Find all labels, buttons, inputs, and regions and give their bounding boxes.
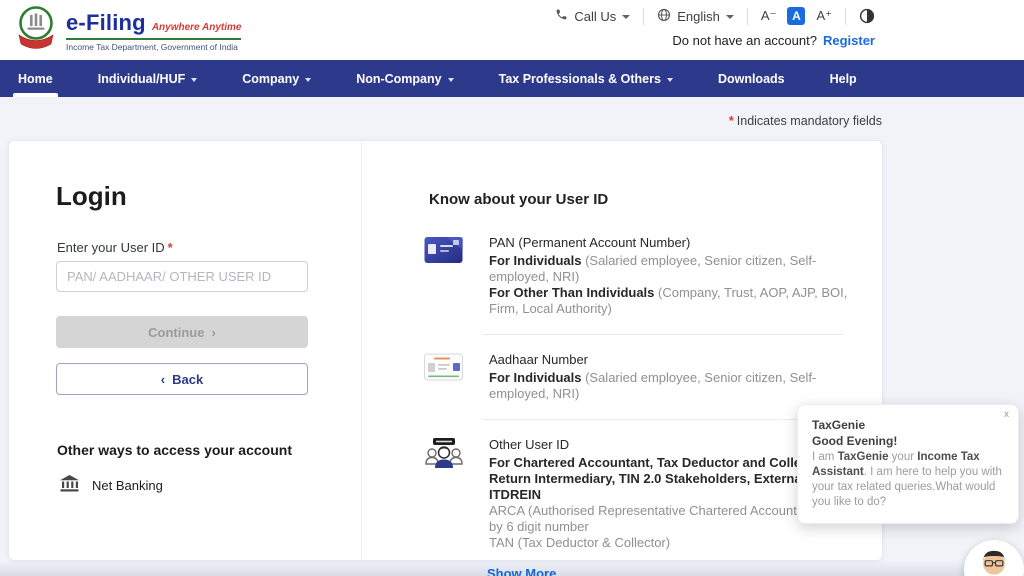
mandatory-fields-note: *Indicates mandatory fields — [729, 114, 882, 128]
income-tax-emblem-icon — [14, 4, 58, 57]
close-icon[interactable]: x — [1004, 409, 1009, 420]
nav-item-help[interactable]: Help — [830, 60, 857, 97]
login-title: Login — [56, 181, 127, 212]
continue-label: Continue — [148, 325, 204, 340]
top-controls: Call Us English A⁻ A A⁺ — [555, 7, 875, 25]
chevron-right-icon: › — [211, 325, 215, 340]
nav-item-tax-professionals[interactable]: Tax Professionals & Others — [499, 60, 673, 97]
nav-company-label: Company — [242, 72, 299, 86]
brand-text: e-Filing Anywhere Anytime Income Tax Dep… — [66, 10, 241, 52]
asterisk-mark: * — [729, 114, 734, 128]
nav-item-non-company[interactable]: Non-Company — [356, 60, 453, 97]
brand-row: e-Filing Anywhere Anytime — [66, 10, 241, 40]
chevron-down-icon — [448, 78, 454, 82]
globe-icon — [657, 8, 671, 25]
back-button[interactable]: ‹ Back — [56, 363, 308, 395]
aadhaar-card-icon — [424, 352, 471, 402]
taxgenie-title: TaxGenie — [812, 417, 1004, 433]
efiling-login-page: e-Filing Anywhere Anytime Income Tax Dep… — [0, 0, 1024, 576]
section-divider — [482, 419, 844, 420]
nav-item-company[interactable]: Company — [242, 60, 311, 97]
language-menu[interactable]: English — [657, 8, 734, 25]
section-divider — [482, 334, 844, 335]
user-id-label-text: Enter your User ID — [57, 240, 165, 255]
phone-icon — [555, 8, 568, 24]
pan-card-icon — [424, 235, 471, 317]
nav-non-company-label: Non-Company — [356, 72, 441, 86]
call-us-label: Call Us — [574, 9, 616, 24]
top-header: e-Filing Anywhere Anytime Income Tax Dep… — [0, 0, 1024, 60]
chevron-down-icon — [667, 78, 673, 82]
mandatory-note-text: Indicates mandatory fields — [737, 114, 882, 128]
user-id-type-aadhaar: Aadhaar Number For Individuals (Salaried… — [424, 352, 874, 402]
chevron-down-icon — [726, 15, 734, 19]
call-us-menu[interactable]: Call Us — [555, 8, 630, 24]
chevron-down-icon — [191, 78, 197, 82]
register-row: Do not have an account? Register — [672, 33, 875, 48]
user-id-label: Enter your User ID* — [57, 240, 173, 255]
nav-item-individual-huf[interactable]: Individual/HUF — [98, 60, 198, 97]
register-link[interactable]: Register — [823, 33, 875, 48]
aadhaar-title: Aadhaar Number — [489, 352, 874, 368]
contrast-toggle[interactable] — [859, 8, 875, 24]
nav-downloads-label: Downloads — [718, 72, 785, 86]
bank-icon — [60, 475, 79, 495]
taxgenie-message: I am TaxGenie your Income Tax Assistant.… — [812, 450, 1004, 510]
main-nav: Home Individual/HUF Company Non-Company … — [0, 60, 1024, 97]
required-asterisk: * — [168, 240, 173, 255]
taxgenie-popup: x TaxGenie Good Evening! I am TaxGenie y… — [797, 404, 1019, 524]
other-line-tan: TAN (Tax Deductor & Collector) — [489, 535, 874, 551]
back-label: Back — [172, 372, 203, 387]
brand-name: e-Filing — [66, 10, 146, 36]
brand-subtitle: Income Tax Department, Government of Ind… — [66, 42, 241, 52]
vertical-divider — [361, 141, 362, 560]
divider — [643, 8, 644, 25]
chevron-down-icon — [305, 78, 311, 82]
nav-item-downloads[interactable]: Downloads — [718, 60, 785, 97]
font-default-button[interactable]: A — [787, 7, 805, 25]
efiling-logo[interactable]: e-Filing Anywhere Anytime Income Tax Dep… — [14, 4, 241, 57]
font-decrease-button[interactable]: A⁻ — [761, 8, 777, 24]
continue-button[interactable]: Continue › — [56, 316, 308, 348]
know-title-prefix: Know about your — [429, 191, 552, 208]
chatbot-avatar[interactable] — [964, 540, 1024, 576]
pan-line-other-than-individuals: For Other Than Individuals (Company, Tru… — [489, 285, 874, 317]
brand-tagline: Anywhere Anytime — [152, 22, 242, 33]
aadhaar-text: Aadhaar Number For Individuals (Salaried… — [489, 352, 874, 402]
pan-title: PAN (Permanent Account Number) — [489, 235, 874, 251]
show-more-link[interactable]: Show More — [487, 566, 556, 576]
taxgenie-greeting: Good Evening! — [812, 433, 1004, 449]
font-increase-button[interactable]: A⁺ — [816, 8, 832, 24]
nav-home-label: Home — [18, 72, 53, 86]
nav-tax-professionals-label: Tax Professionals & Others — [499, 72, 661, 86]
topbar-right: Call Us English A⁻ A A⁺ — [555, 7, 875, 48]
know-title-bold: User ID — [556, 191, 609, 208]
other-ways-title: Other ways to access your account — [57, 442, 292, 458]
user-id-input[interactable] — [56, 261, 308, 292]
language-label: English — [677, 9, 720, 24]
pan-line-individuals: For Individuals (Salaried employee, Seni… — [489, 253, 874, 285]
divider — [845, 8, 846, 25]
know-section-title: Know about your User ID — [424, 191, 874, 208]
aadhaar-line-individuals: For Individuals (Salaried employee, Seni… — [489, 370, 874, 402]
active-tab-indicator — [13, 93, 58, 97]
net-banking-label: Net Banking — [92, 478, 163, 493]
font-size-controls: A⁻ A A⁺ — [761, 7, 832, 25]
nav-item-home[interactable]: Home — [18, 60, 53, 97]
people-group-icon — [424, 437, 471, 551]
login-card: Login Enter your User ID* Continue › ‹ B… — [8, 140, 883, 561]
chevron-down-icon — [622, 15, 630, 19]
account-prompt: Do not have an account? — [672, 33, 817, 48]
chevron-left-icon: ‹ — [161, 372, 165, 387]
divider — [747, 8, 748, 25]
pan-text: PAN (Permanent Account Number) For Indiv… — [489, 235, 874, 317]
net-banking-option[interactable]: Net Banking — [60, 475, 163, 495]
nav-help-label: Help — [830, 72, 857, 86]
user-id-type-pan: PAN (Permanent Account Number) For Indiv… — [424, 235, 874, 317]
nav-individual-label: Individual/HUF — [98, 72, 186, 86]
